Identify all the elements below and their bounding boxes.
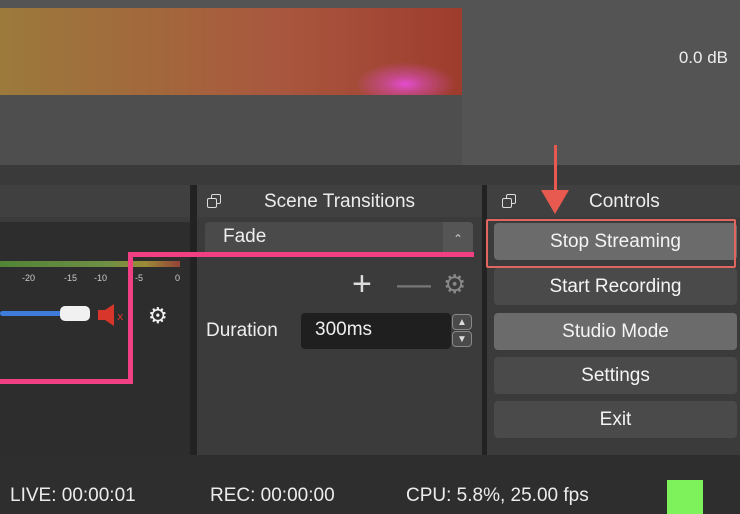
transition-select[interactable]: Fade ⌃ — [205, 222, 473, 256]
duration-stepper[interactable]: ▲ ▼ — [452, 314, 474, 349]
controls-header: Controls — [487, 185, 740, 217]
panel-title: Controls — [589, 191, 660, 212]
chevron-up-icon[interactable]: ▲ — [452, 314, 472, 330]
chevron-up-icon: ⌃ — [443, 222, 473, 256]
volume-slider-handle[interactable] — [60, 306, 90, 321]
highlight-box — [486, 219, 736, 268]
preview-video — [0, 8, 462, 95]
duration-input[interactable]: 300ms — [301, 313, 451, 349]
remove-transition-button[interactable]: — — [397, 267, 431, 301]
transition-select-value: Fade — [223, 226, 267, 247]
mixer-gear-icon[interactable]: ⚙ — [148, 303, 168, 329]
volume-meter — [0, 261, 180, 267]
duration-value: 300ms — [315, 319, 373, 340]
live-status: LIVE: 00:00:01 — [10, 485, 136, 506]
start-recording-button[interactable]: Start Recording — [494, 268, 737, 305]
volume-db-label: 0.0 dB — [678, 48, 728, 67]
meter-tick: 0 — [175, 273, 181, 283]
speaker-muted-icon[interactable]: x — [96, 303, 126, 327]
svg-text:x: x — [117, 310, 124, 323]
annotation-arrow-head — [541, 190, 569, 214]
studio-mode-button[interactable]: Studio Mode — [494, 313, 737, 350]
meter-tick: -10 — [94, 273, 108, 283]
exit-button[interactable]: Exit — [494, 401, 737, 438]
annotation-line — [131, 252, 474, 257]
annotation-arrow-line — [554, 145, 557, 193]
rec-status: REC: 00:00:00 — [210, 485, 335, 506]
status-indicator — [667, 480, 703, 514]
duration-label: Duration — [206, 320, 278, 341]
undock-icon[interactable] — [207, 194, 221, 208]
annotation-line — [128, 252, 133, 384]
chevron-down-icon[interactable]: ▼ — [452, 331, 472, 347]
preview-canvas — [0, 95, 462, 165]
mixer-header — [0, 185, 190, 217]
add-transition-button[interactable]: + — [352, 267, 372, 301]
transitions-header: Scene Transitions — [197, 185, 482, 217]
meter-tick: -20 — [22, 273, 36, 283]
cpu-status: CPU: 5.8%, 25.00 fps — [406, 485, 589, 506]
panel-title: Scene Transitions — [264, 191, 416, 212]
annotation-line — [0, 379, 133, 384]
undock-icon[interactable] — [502, 194, 516, 208]
dock-separator — [0, 165, 740, 185]
meter-tick: -15 — [64, 273, 78, 283]
settings-button[interactable]: Settings — [494, 357, 737, 394]
meter-tick: -5 — [135, 273, 144, 283]
scene-transitions-panel: Scene Transitions Fade ⌃ + — ⚙ Duration … — [197, 185, 482, 455]
transition-gear-icon[interactable]: ⚙ — [443, 269, 466, 299]
